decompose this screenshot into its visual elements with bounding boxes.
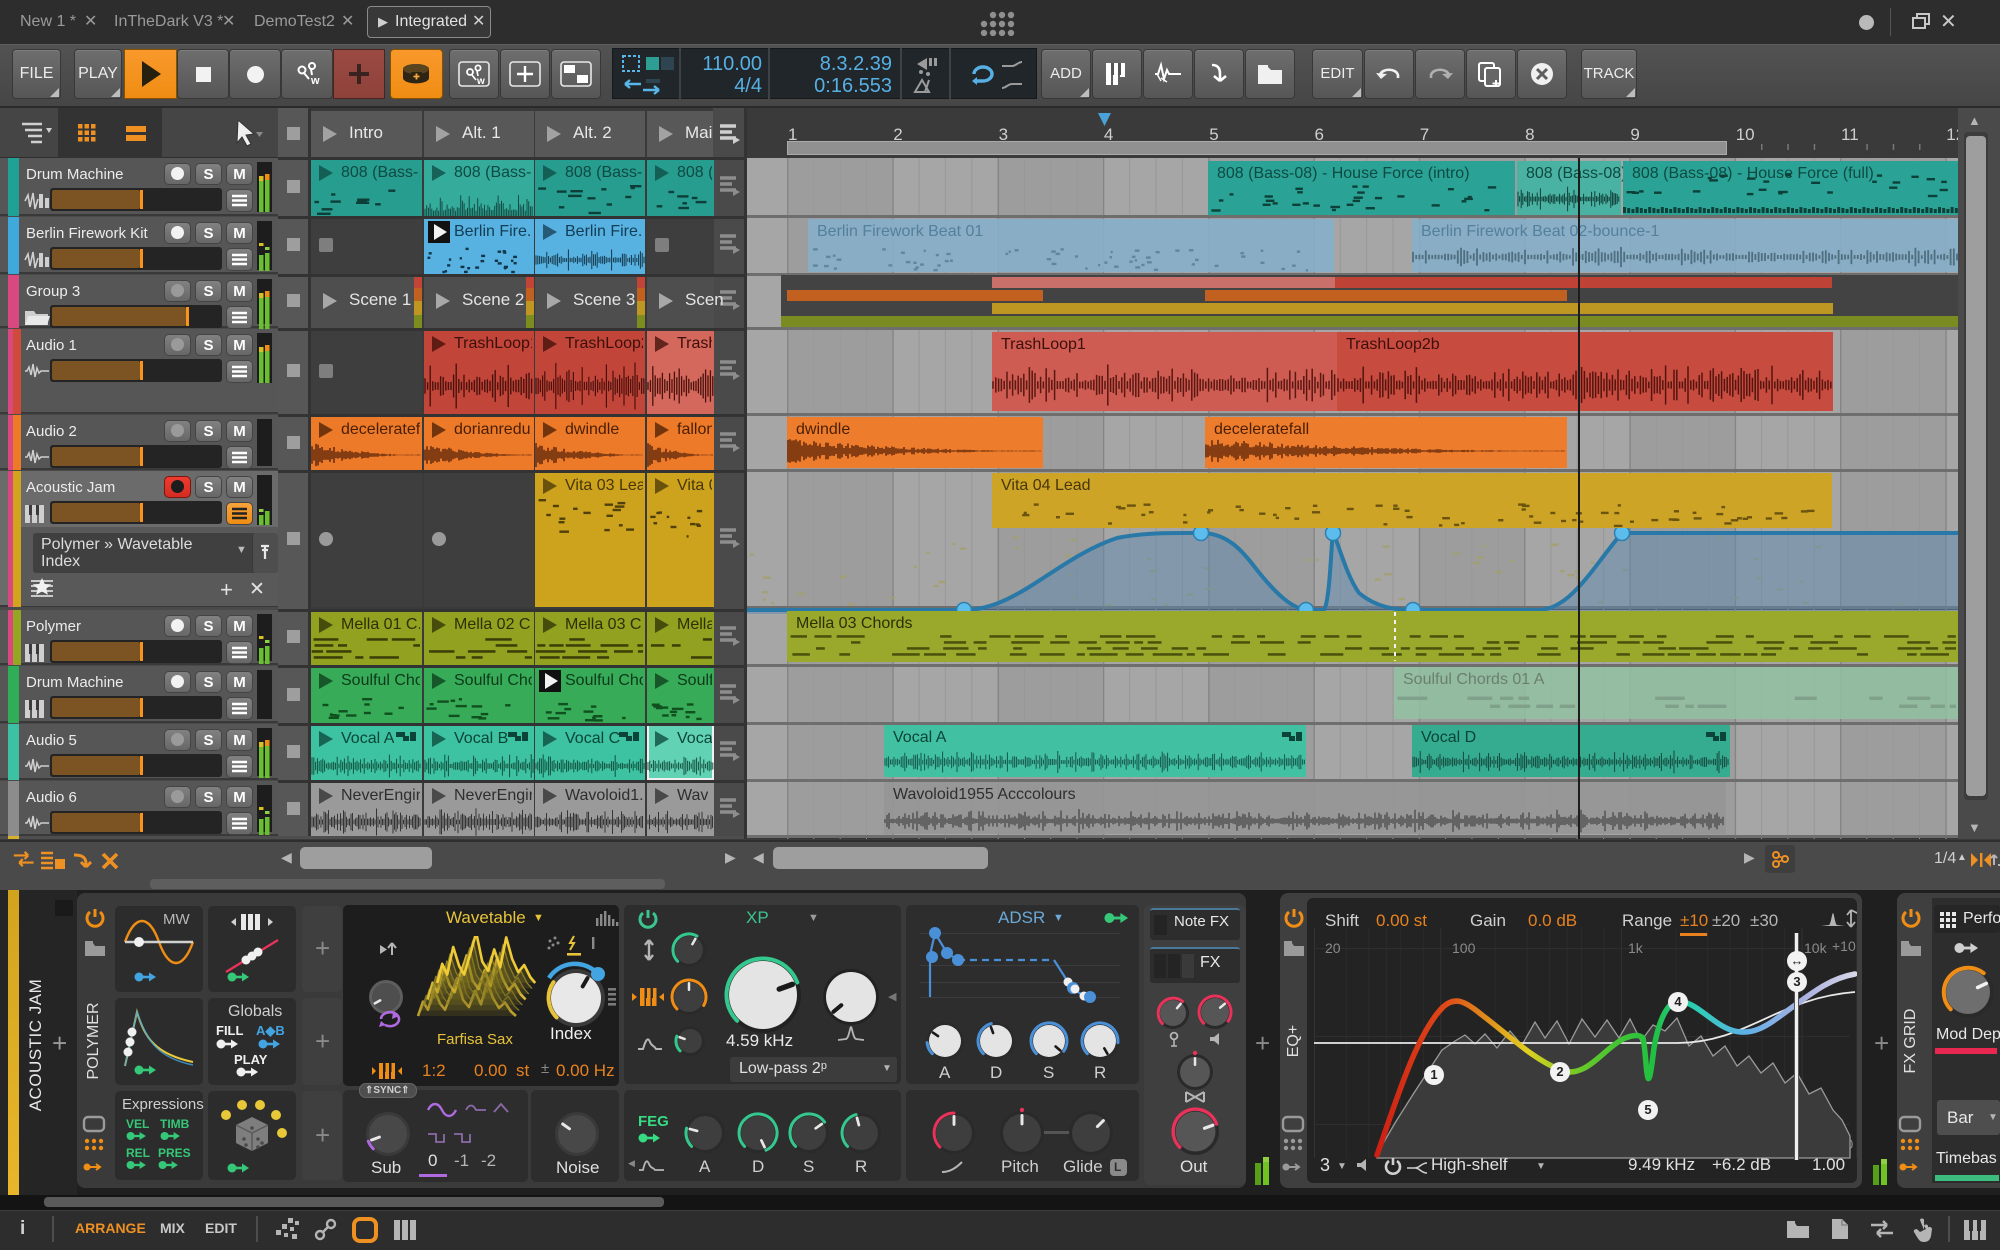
svg-text:w: w: [310, 75, 320, 87]
svg-text:10: 10: [1736, 125, 1755, 144]
svg-text:w: w: [476, 76, 485, 87]
svg-text:11: 11: [1841, 125, 1859, 144]
